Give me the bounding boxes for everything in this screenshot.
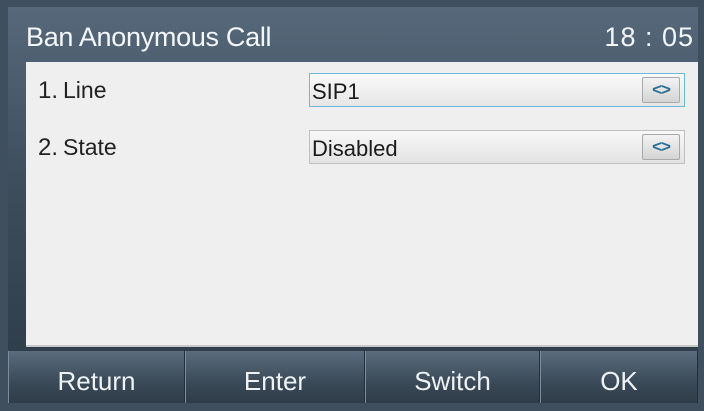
setting-number: 1. — [38, 77, 59, 104]
phone-screen: Ban Anonymous Call 18 : 05 1. Line SIP1 <… — [8, 7, 698, 403]
clock: 18 : 05 — [604, 22, 694, 52]
setting-row-line[interactable]: 1. Line SIP1 <> — [26, 71, 698, 111]
settings-panel: 1. Line SIP1 <> 2. State Disabled <> — [26, 62, 698, 347]
line-select[interactable]: SIP1 <> — [309, 73, 685, 107]
state-select-value: Disabled — [312, 136, 398, 161]
setting-number: 2. — [38, 134, 59, 161]
switch-arrows-icon[interactable]: <> — [642, 134, 680, 160]
switch-arrows-icon[interactable]: <> — [642, 77, 680, 103]
ok-button[interactable]: OK — [540, 351, 698, 403]
switch-button[interactable]: Switch — [365, 351, 540, 403]
setting-row-state[interactable]: 2. State Disabled <> — [26, 128, 698, 168]
setting-label-line: 1. Line — [38, 77, 107, 105]
setting-label-state: 2. State — [38, 134, 117, 162]
line-select-value: SIP1 — [312, 79, 360, 104]
title-bar: Ban Anonymous Call 18 : 05 — [8, 7, 698, 62]
softkey-bar: Return Enter Switch OK — [8, 351, 698, 403]
setting-label-text: State — [63, 134, 117, 160]
setting-label-text: Line — [63, 77, 107, 103]
state-select[interactable]: Disabled <> — [309, 130, 685, 164]
return-button[interactable]: Return — [8, 351, 185, 403]
page-title: Ban Anonymous Call — [26, 22, 272, 52]
enter-button[interactable]: Enter — [185, 351, 365, 403]
